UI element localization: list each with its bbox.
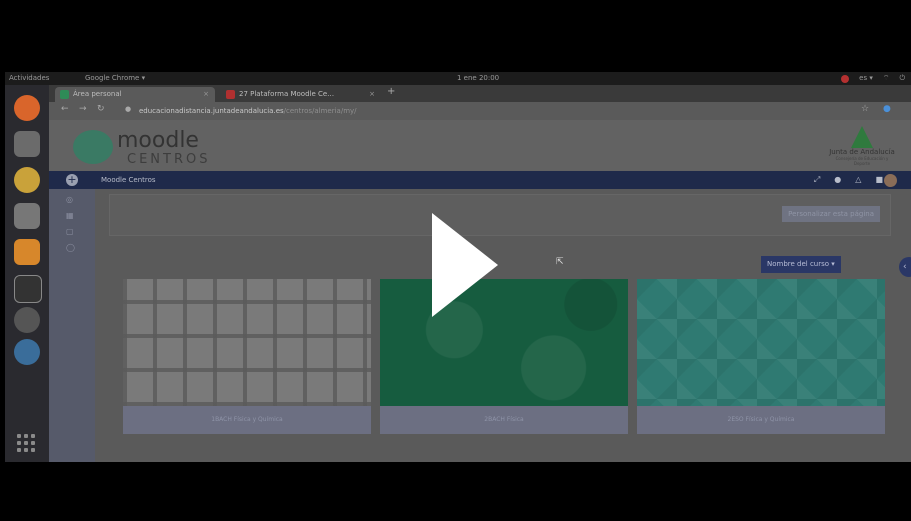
personalize-page-button[interactable]: Personalizar esta página xyxy=(782,206,880,222)
tab-label: 27 Plataforma Moodle Ce… xyxy=(239,90,335,98)
moodle-favicon-icon xyxy=(60,90,69,99)
reload-icon[interactable]: ↻ xyxy=(97,104,105,114)
profile-icon[interactable]: ● xyxy=(883,104,891,114)
moodle-header: moodle CENTROS Junta de Andalucía Consej… xyxy=(49,120,911,171)
logo-word: moodle xyxy=(117,128,199,153)
course-name[interactable]: 1BACH Física y Química xyxy=(123,406,371,434)
help-icon[interactable]: ● xyxy=(834,171,841,189)
close-icon[interactable]: × xyxy=(203,87,209,102)
system-tray: es ▾ ⌔ ⏻ xyxy=(841,72,905,85)
files-icon[interactable]: ▢ xyxy=(66,227,76,236)
plus-icon[interactable]: + xyxy=(66,174,78,186)
clock[interactable]: 1 ene 20:00 xyxy=(457,72,499,85)
new-tab-icon[interactable]: + xyxy=(387,86,395,97)
video-favicon-icon xyxy=(226,90,235,99)
avatar[interactable] xyxy=(884,174,897,187)
main-content: Personalizar esta página Nombre del curs… xyxy=(95,189,911,462)
moodle-logo-icon[interactable] xyxy=(73,130,113,164)
course-name[interactable]: 2ESO Física y Química xyxy=(637,406,885,434)
bookmark-icon[interactable]: ☆ xyxy=(861,104,869,114)
play-icon[interactable] xyxy=(432,213,498,317)
junta-andalucia-logo: Junta de Andalucía Consejería de Educaci… xyxy=(827,126,897,166)
network-icon[interactable]: ⌔ xyxy=(883,72,890,85)
mouse-cursor-icon: ⇱ xyxy=(556,257,564,267)
course-name[interactable]: 2BACH Física xyxy=(380,406,628,434)
tab-plataforma-moodle[interactable]: 27 Plataforma Moodle Ce… × xyxy=(221,87,381,102)
tab-strip: Área personal × 27 Plataforma Moodle Ce…… xyxy=(49,85,911,102)
courses-icon[interactable]: ◯ xyxy=(66,243,76,252)
terminal-icon[interactable] xyxy=(14,275,42,303)
course-card[interactable]: 2BACH Física xyxy=(380,279,628,434)
expand-icon[interactable]: ⤢ xyxy=(814,171,820,189)
files-icon[interactable] xyxy=(14,131,40,157)
back-icon[interactable]: ← xyxy=(61,104,69,114)
course-card[interactable]: 1BACH Física y Química xyxy=(123,279,371,434)
vlc-icon[interactable] xyxy=(14,239,40,265)
lock-icon: ● xyxy=(125,105,132,113)
chevron-left-icon[interactable]: ‹ xyxy=(899,257,911,277)
firefox-icon[interactable] xyxy=(14,95,40,121)
page-controls-card: Personalizar esta página xyxy=(109,194,891,236)
junta-a-icon xyxy=(851,126,873,148)
show-apps-icon[interactable] xyxy=(17,434,35,452)
forward-icon[interactable]: → xyxy=(79,104,87,114)
course-image xyxy=(123,279,371,406)
browser-app-icon[interactable] xyxy=(14,339,40,365)
moodle-navbar: + Moodle Centros ⤢ ● △ ■ xyxy=(49,171,911,189)
url-host: educacionadistancia.juntadeandalucia.es xyxy=(139,107,284,115)
sort-by-course-name-button[interactable]: Nombre del curso ▾ xyxy=(761,256,841,273)
message-icon[interactable]: ■ xyxy=(875,171,883,189)
ubuntu-top-bar: Actividades Google Chrome ▾ 1 ene 20:00 … xyxy=(5,72,911,85)
site-title[interactable]: Moodle Centros xyxy=(101,171,156,189)
chrome-icon[interactable] xyxy=(14,167,40,193)
tab-area-personal[interactable]: Área personal × xyxy=(55,87,215,102)
bell-icon[interactable]: △ xyxy=(855,171,861,189)
activities-button[interactable]: Actividades xyxy=(9,72,49,85)
app-menu[interactable]: Google Chrome ▾ xyxy=(85,72,145,85)
inkscape-icon[interactable] xyxy=(14,307,40,333)
calendar-icon[interactable]: ▦ xyxy=(66,211,76,220)
tab-label: Área personal xyxy=(73,90,122,98)
dashboard-icon[interactable]: ◎ xyxy=(66,195,76,204)
navbar-icons: ⤢ ● △ ■ xyxy=(814,171,883,189)
browser-toolbar: ← → ↻ ● educacionadistancia.juntadeandal… xyxy=(49,102,911,120)
close-icon[interactable]: × xyxy=(369,87,375,102)
course-card[interactable]: 2ESO Física y Química xyxy=(637,279,885,434)
url-path: /centros/almeria/my/ xyxy=(283,107,357,115)
video-frame: Actividades Google Chrome ▾ 1 ene 20:00 … xyxy=(0,0,911,521)
junta-subtitle: Consejería de Educación y Deporte xyxy=(835,156,889,166)
left-drawer: ◎ ▦ ▢ ◯ xyxy=(49,189,95,462)
ubuntu-dock xyxy=(5,85,49,462)
course-image xyxy=(637,279,885,406)
settings-icon[interactable] xyxy=(14,203,40,229)
address-bar[interactable]: educacionadistancia.juntadeandalucia.es/… xyxy=(139,104,357,118)
language-indicator[interactable]: es ▾ xyxy=(859,72,873,85)
power-icon[interactable]: ⏻ xyxy=(899,72,905,85)
record-icon xyxy=(841,75,850,83)
junta-title: Junta de Andalucía xyxy=(829,148,895,156)
logo-sub: CENTROS xyxy=(127,152,211,167)
course-image xyxy=(380,279,628,406)
